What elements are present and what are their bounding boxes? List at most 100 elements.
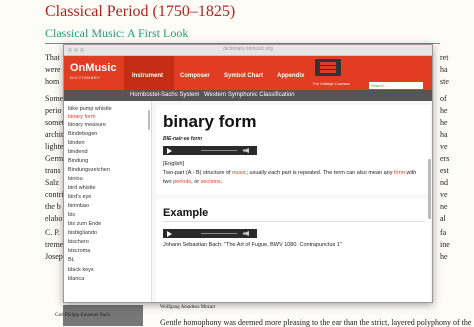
- term-list-sidebar[interactable]: bike pump whistle binary form binary mea…: [64, 101, 152, 302]
- bg-text-line: somet: [45, 118, 65, 127]
- play-icon[interactable]: [167, 148, 172, 154]
- window-titlebar[interactable]: dictionary.onmusic.org: [64, 45, 432, 56]
- term-list-item-active[interactable]: binary form: [68, 114, 96, 120]
- link-form[interactable]: form: [394, 170, 405, 176]
- bg-text-line: ve: [440, 142, 448, 151]
- logo-sub-text: DICTIONARY: [70, 75, 101, 80]
- onmusic-brand-icon[interactable]: [315, 59, 341, 76]
- bg-text-line: al: [440, 214, 446, 223]
- term-list-item[interactable]: bisbigliando: [68, 230, 97, 236]
- term-list-item[interactable]: Bindebogen: [68, 131, 97, 137]
- volume-icon[interactable]: [243, 231, 249, 236]
- bg-text-line: ne: [440, 202, 448, 211]
- bg-text-line: elabo: [45, 214, 63, 223]
- term-list-item[interactable]: Bindung: [68, 158, 88, 164]
- sidebar-scrollbar[interactable]: [148, 110, 150, 130]
- bg-text-line: hom: [45, 77, 60, 86]
- play-icon[interactable]: [167, 231, 172, 237]
- term-list-item[interactable]: BL: [68, 257, 75, 263]
- window-url: dictionary.onmusic.org: [223, 46, 273, 52]
- bg-text-line: Germ: [45, 154, 64, 163]
- bg-text-line: est: [440, 166, 449, 175]
- audio-progress-bar[interactable]: [201, 150, 237, 151]
- term-list-item[interactable]: bis zum Ende: [68, 221, 101, 227]
- brand-caption: For College Courses: [313, 81, 350, 86]
- term-list-item[interactable]: blanca: [68, 276, 84, 282]
- sub-navbar: Hornbostel-Sachs System Western Symphoni…: [64, 90, 432, 101]
- term-list-item[interactable]: binary measure: [68, 122, 106, 128]
- entry-content: binary form BIE-nair-ee form [English] T…: [152, 101, 432, 302]
- term-list-item[interactable]: biniou: [68, 176, 83, 182]
- definition-text: ; usually each part is repeated. The ter…: [246, 170, 395, 176]
- bg-text-line: ine: [440, 240, 450, 249]
- bg-text-line: he: [440, 118, 448, 127]
- definition-text: .: [220, 179, 223, 185]
- bg-text-line: ha: [440, 65, 448, 74]
- bg-text-line: Some: [45, 94, 64, 103]
- search-input[interactable]: [369, 82, 423, 89]
- bg-text-line: were: [45, 65, 61, 74]
- bg-text-line: C. P.: [45, 228, 60, 237]
- page-subtitle: Classical Music: A First Look: [45, 26, 189, 40]
- example-description: Johann Sebastian Bach: "The Art of Fugue…: [163, 242, 342, 248]
- bg-text-line: ers: [440, 154, 450, 163]
- term-list-item[interactable]: bis: [68, 212, 75, 218]
- term-list-item[interactable]: Bindungszeichen: [68, 167, 110, 173]
- bg-text-line: of: [440, 94, 447, 103]
- entry-definition: Two-part (A - B) structure of music; usu…: [163, 169, 425, 187]
- bg-text-line: contri: [45, 190, 64, 199]
- term-list-item[interactable]: bindend: [68, 149, 88, 155]
- page-title: Classical Period (1750–1825): [45, 3, 236, 20]
- image-caption: Wolfgang Amadeus Mozart: [160, 305, 216, 310]
- nav-item-appendix[interactable]: Appendix: [277, 73, 304, 79]
- pronunciation-audio-player[interactable]: [163, 146, 257, 155]
- example-card: Example Johann Sebastian Bach: "The Art …: [156, 199, 430, 302]
- subnav-hornbostel-sachs[interactable]: Hornbostel-Sachs System: [130, 92, 199, 98]
- portrait-caption: Carl Philipp Emanuel Bach: [55, 313, 110, 318]
- bg-text-line: ret: [440, 53, 449, 62]
- bg-text-line: fa: [440, 228, 447, 237]
- nav-item-composer[interactable]: Composer: [180, 73, 210, 79]
- term-list-item[interactable]: bike pump whistle: [68, 106, 112, 112]
- definition-text: , or: [191, 179, 201, 185]
- link-periods[interactable]: periods: [173, 179, 191, 185]
- entry-pronunciation: BIE-nair-ee form: [163, 136, 202, 142]
- bg-text-line: he: [440, 106, 448, 115]
- bg-text-line: treme: [45, 240, 64, 249]
- content-scrollbar[interactable]: [428, 159, 431, 219]
- bg-text-line: That: [45, 53, 60, 62]
- entry-language: [English]: [163, 161, 185, 167]
- bg-text-line: nd: [440, 178, 448, 187]
- example-divider: [163, 221, 425, 222]
- example-heading: Example: [163, 207, 209, 219]
- bg-text-line: archit: [45, 130, 64, 139]
- bg-text-line: ha: [440, 130, 448, 139]
- bg-text-line: Salz: [45, 178, 59, 187]
- definition-card: binary form BIE-nair-ee form [English] T…: [156, 105, 430, 195]
- nav-item-instrument[interactable]: Instrument: [132, 73, 163, 79]
- term-list-item[interactable]: biscroma: [68, 248, 90, 254]
- subnav-western-symphonic[interactable]: Western Symphonic Classification: [204, 92, 295, 98]
- link-music[interactable]: music: [232, 170, 246, 176]
- onmusic-logo[interactable]: OnMusic DICTIONARY: [70, 63, 116, 83]
- bg-text-line: perio: [45, 106, 62, 115]
- bg-text-line: the b: [45, 202, 61, 211]
- bg-text-line: he: [440, 252, 448, 261]
- term-list-item[interactable]: binden: [68, 140, 85, 146]
- bg-text-line: Josep: [45, 252, 63, 261]
- term-list-item[interactable]: birimbao: [68, 203, 89, 209]
- term-list-item[interactable]: bird's eye: [68, 194, 91, 200]
- term-list-item[interactable]: bird whistle: [68, 185, 96, 191]
- link-sections[interactable]: sections: [201, 179, 221, 185]
- term-list-item[interactable]: black keys: [68, 267, 94, 273]
- audio-progress-bar[interactable]: [201, 233, 237, 234]
- bg-text-line: ve: [440, 190, 448, 199]
- bg-text-line: ste: [440, 77, 449, 86]
- example-audio-player[interactable]: [163, 229, 257, 238]
- bg-text-line: trans: [45, 166, 61, 175]
- dictionary-popup-window[interactable]: dictionary.onmusic.org OnMusic DICTIONAR…: [63, 44, 433, 303]
- bg-text-line: lighte: [45, 142, 64, 151]
- nav-item-symbol-chart[interactable]: Symbol Chart: [224, 73, 263, 79]
- term-list-item[interactable]: bischero: [68, 239, 89, 245]
- volume-icon[interactable]: [243, 148, 249, 153]
